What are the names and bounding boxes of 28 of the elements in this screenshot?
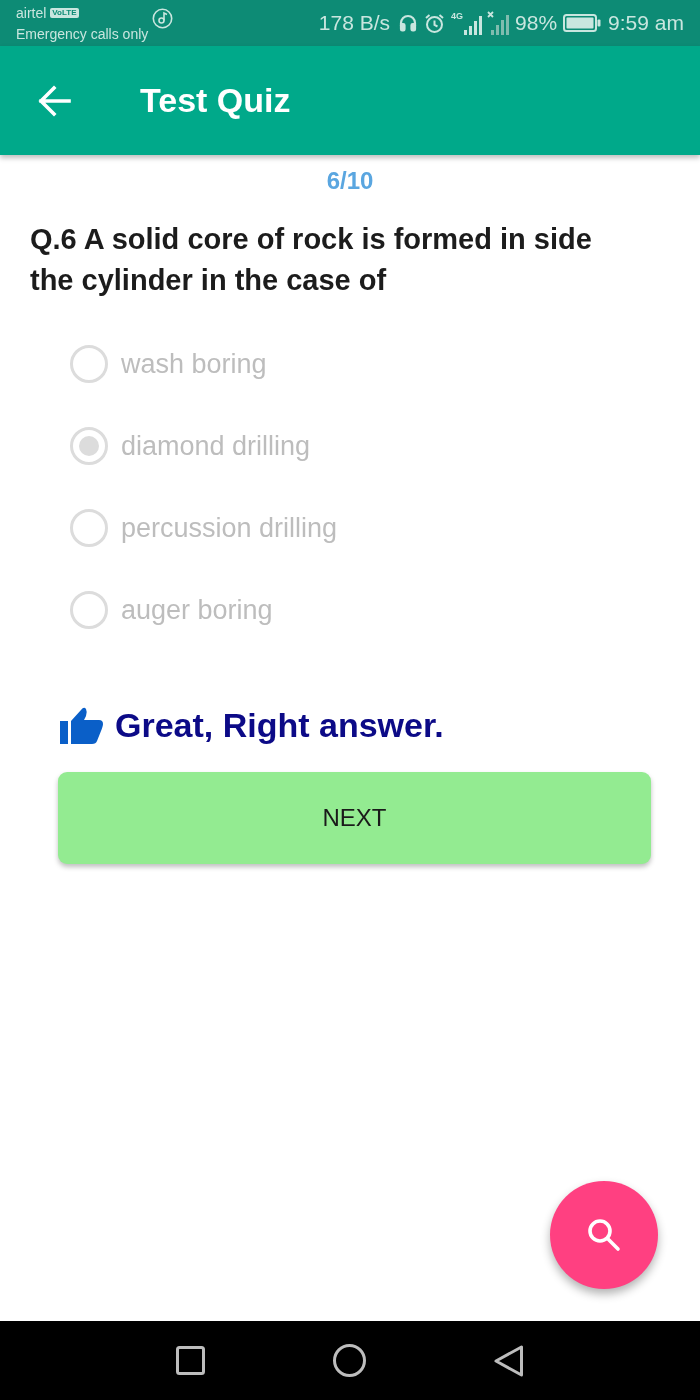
feedback-message: Great, Right answer. <box>115 708 444 742</box>
search-button[interactable] <box>550 1181 658 1289</box>
option-label: wash boring <box>121 347 267 381</box>
triangle-nav-icon[interactable] <box>494 1344 524 1377</box>
headset-icon <box>398 13 419 33</box>
search-icon <box>587 1218 621 1252</box>
network-speed: 178 B/s <box>318 10 391 37</box>
carrier-name: airtel <box>16 5 47 20</box>
circle-nav-icon[interactable] <box>333 1344 366 1377</box>
next-button[interactable]: NEXT <box>58 772 651 864</box>
back-arrow-icon <box>37 84 71 117</box>
volte-badge: VoLTE <box>50 7 79 18</box>
option-label: diamond drilling <box>121 429 311 463</box>
alarm-clock-icon <box>424 12 446 34</box>
battery-percent: 98% <box>515 10 558 37</box>
music-disc-icon <box>152 7 174 29</box>
clock-time: 9:59 am <box>608 10 684 37</box>
option-label: auger boring <box>121 593 273 627</box>
thumbs-up-icon <box>60 706 103 744</box>
network-type: 4G <box>451 12 464 21</box>
progress-counter: 6/10 <box>326 167 374 195</box>
screen-title: Test Quiz <box>140 80 291 121</box>
square-nav-icon[interactable] <box>176 1346 205 1375</box>
signal-strength-icon <box>463 15 484 35</box>
battery-icon <box>563 14 602 32</box>
network-note: Emergency calls only <box>16 26 149 41</box>
option-label: percussion drilling <box>121 511 338 545</box>
question-text: Q.6 A solid core of rock is formed in side the cylinder in the case of <box>30 222 593 298</box>
